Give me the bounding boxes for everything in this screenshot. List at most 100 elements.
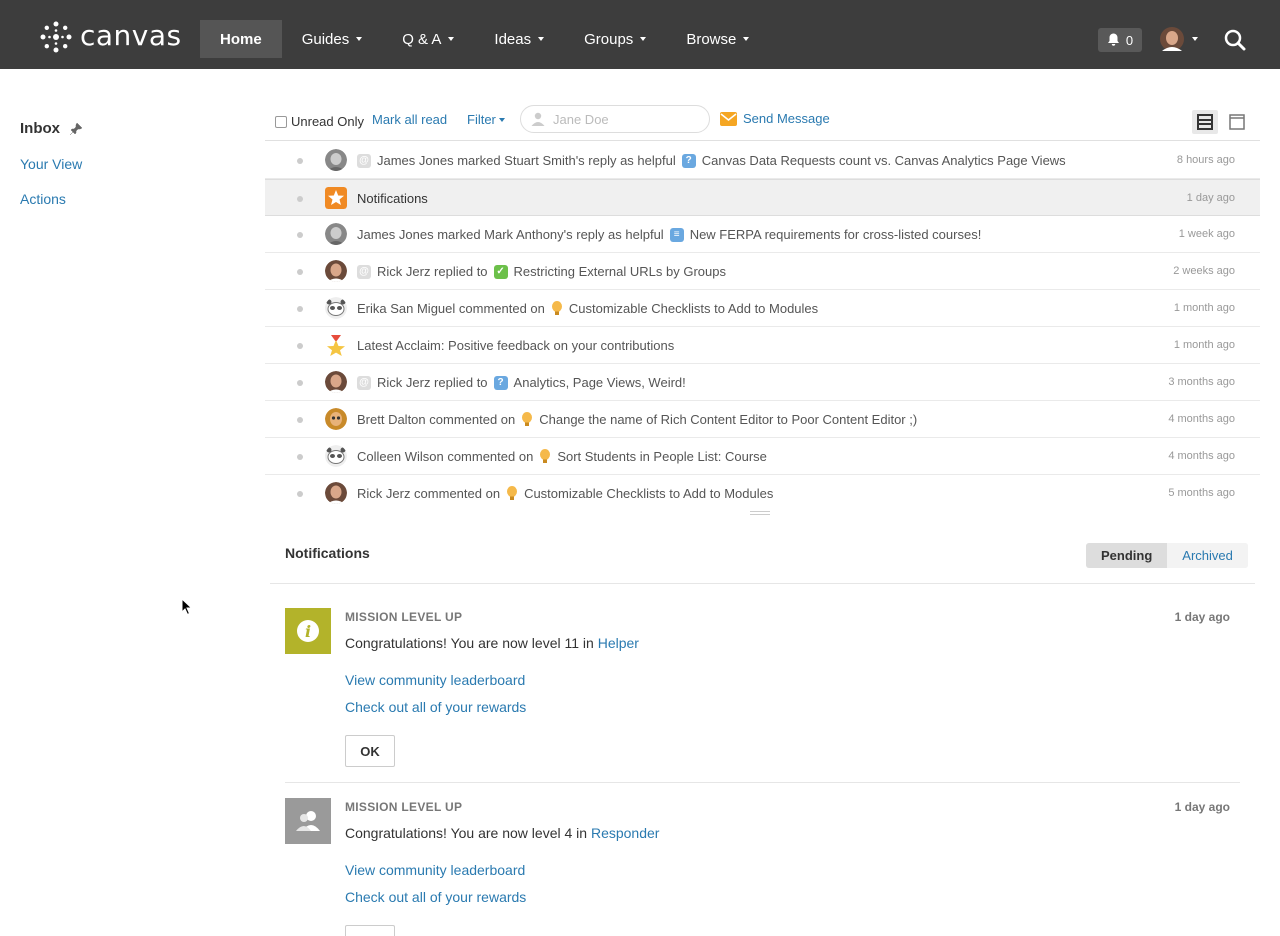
info-icon: i xyxy=(285,608,331,654)
mention-icon: @ xyxy=(357,375,371,390)
user-avatar xyxy=(1160,27,1184,51)
pane-resize-handle[interactable] xyxy=(750,511,770,515)
nav-browse[interactable]: Browse xyxy=(666,20,769,58)
search-button[interactable] xyxy=(1224,29,1246,56)
inbox-sidebar: Inbox Your View Actions xyxy=(20,118,82,207)
message-time: 1 month ago xyxy=(1173,339,1235,351)
pin-icon[interactable] xyxy=(70,122,82,135)
message-subject: New FERPA requirements for cross-listed … xyxy=(689,227,982,242)
message-time: 1 day ago xyxy=(1186,192,1235,204)
full-view-toggle[interactable] xyxy=(1224,110,1250,134)
sidebar-item-actions[interactable]: Actions xyxy=(20,191,82,207)
message-row[interactable]: Latest Acclaim: Positive feedback on you… xyxy=(265,327,1260,364)
nav-browse-label: Browse xyxy=(686,30,737,48)
ok-button[interactable]: OK xyxy=(345,735,395,767)
filter-dropdown[interactable]: Filter xyxy=(467,112,505,127)
avatar xyxy=(325,482,347,504)
users-icon xyxy=(285,798,331,844)
message-actor: Erika San Miguel commented on xyxy=(357,301,545,316)
notification-message-text: Congratulations! You are now level 4 in xyxy=(345,825,591,841)
avatar xyxy=(325,408,347,430)
star-badge-icon xyxy=(325,187,347,209)
nav-qa[interactable]: Q & A xyxy=(382,20,474,58)
level-link[interactable]: Helper xyxy=(598,635,639,651)
message-text: @ Rick Jerz replied to ✓ Restricting Ext… xyxy=(357,264,726,279)
notification-time: 1 day ago xyxy=(1174,610,1230,624)
message-actor: Rick Jerz replied to xyxy=(377,264,488,279)
message-row[interactable]: Colleen Wilson commented on Sort Student… xyxy=(265,438,1260,475)
split-view-toggle[interactable] xyxy=(1192,110,1218,134)
message-row[interactable]: Erika San Miguel commented on Customizab… xyxy=(265,290,1260,327)
rewards-link[interactable]: Check out all of your rewards xyxy=(345,699,526,715)
tab-archived[interactable]: Archived xyxy=(1167,543,1248,568)
notification-message: Congratulations! You are now level 11 in… xyxy=(345,635,639,651)
mention-icon: @ xyxy=(357,153,371,168)
nav-qa-label: Q & A xyxy=(402,30,442,48)
sidebar-item-your-view[interactable]: Your View xyxy=(20,156,82,172)
message-row[interactable]: James Jones marked Mark Anthony's reply … xyxy=(265,216,1260,253)
nav-ideas[interactable]: Ideas xyxy=(474,20,564,58)
unread-dot xyxy=(297,343,303,349)
chevron-down-icon xyxy=(538,37,545,41)
user-menu[interactable] xyxy=(1160,27,1198,51)
chevron-down-icon xyxy=(356,37,363,41)
avatar xyxy=(325,371,347,393)
user-filter-input[interactable]: Jane Doe xyxy=(520,105,710,133)
message-row[interactable]: @ Rick Jerz replied to ? Analytics, Page… xyxy=(265,364,1260,401)
top-navigation-bar: canvas Home Guides Q & A Ideas Groups Br… xyxy=(0,0,1280,69)
tab-pending[interactable]: Pending xyxy=(1086,543,1168,568)
level-link[interactable]: Responder xyxy=(591,825,660,841)
message-time: 3 months ago xyxy=(1168,376,1235,388)
mention-icon: @ xyxy=(357,264,371,279)
message-row[interactable]: Rick Jerz commented on Customizable Chec… xyxy=(265,475,1260,512)
message-row[interactable]: Brett Dalton commented on Change the nam… xyxy=(265,401,1260,438)
nav-guides[interactable]: Guides xyxy=(282,20,383,58)
notifications-button[interactable]: 0 xyxy=(1098,28,1142,52)
checkbox-box[interactable] xyxy=(275,115,287,128)
message-subject: Change the name of Rich Content Editor t… xyxy=(539,412,918,427)
mark-all-read-link[interactable]: Mark all read xyxy=(372,112,447,127)
message-text: @ James Jones marked Stuart Smith's repl… xyxy=(357,153,1066,168)
notifications-panel: Notifications Pending Archived i MISSION… xyxy=(270,526,1255,936)
leaderboard-link[interactable]: View community leaderboard xyxy=(345,672,525,688)
rewards-link[interactable]: Check out all of your rewards xyxy=(345,889,526,905)
message-time: 8 hours ago xyxy=(1176,154,1235,166)
bell-icon xyxy=(1107,33,1119,46)
idea-icon xyxy=(540,449,551,463)
message-subject: Customizable Checklists to Add to Module… xyxy=(524,486,774,501)
canvas-logo-icon xyxy=(40,21,72,53)
nav-home[interactable]: Home xyxy=(200,20,282,58)
notification-type: MISSION LEVEL UP xyxy=(345,800,463,814)
message-row[interactable]: Notifications 1 day ago xyxy=(265,179,1260,216)
avatar xyxy=(325,260,347,282)
notification-message-text: Congratulations! You are now level 11 in xyxy=(345,635,598,651)
main-nav: Home Guides Q & A Ideas Groups Browse xyxy=(200,20,769,58)
split-view-icon xyxy=(1197,114,1213,130)
nav-groups[interactable]: Groups xyxy=(564,20,666,58)
message-subject: Analytics, Page Views, Weird! xyxy=(513,375,686,390)
avatar xyxy=(325,297,347,319)
ok-button[interactable] xyxy=(345,925,395,936)
notification-time: 1 day ago xyxy=(1174,800,1230,814)
inbox-toolbar: Unread Only Mark all read Filter Jane Do… xyxy=(265,104,1260,141)
message-actor: Rick Jerz replied to xyxy=(377,375,488,390)
message-text: James Jones marked Mark Anthony's reply … xyxy=(357,227,981,242)
divider xyxy=(285,782,1240,783)
unread-only-label: Unread Only xyxy=(291,114,364,129)
message-actor: Colleen Wilson commented on xyxy=(357,449,534,464)
message-row[interactable]: @ James Jones marked Stuart Smith's repl… xyxy=(265,142,1260,179)
chevron-down-icon xyxy=(640,37,647,41)
send-message-button[interactable]: Send Message xyxy=(720,111,830,126)
message-time: 1 month ago xyxy=(1173,302,1235,314)
message-text: @ Rick Jerz replied to ? Analytics, Page… xyxy=(357,375,686,390)
notifications-title: Notifications xyxy=(285,545,370,561)
canvas-logo[interactable]: canvas xyxy=(40,19,182,53)
message-row[interactable]: @ Rick Jerz replied to ✓ Restricting Ext… xyxy=(265,253,1260,290)
unread-dot xyxy=(297,196,303,202)
unread-only-checkbox[interactable]: Unread Only xyxy=(275,114,364,129)
canvas-logo-text: canvas xyxy=(80,19,182,52)
leaderboard-link[interactable]: View community leaderboard xyxy=(345,862,525,878)
notification-count: 0 xyxy=(1125,32,1134,48)
message-time: 4 months ago xyxy=(1168,450,1235,462)
award-icon xyxy=(327,335,345,356)
